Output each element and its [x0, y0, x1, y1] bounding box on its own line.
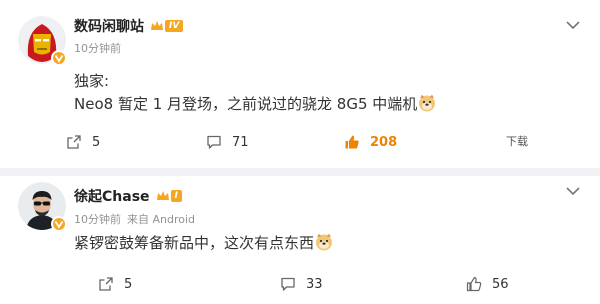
level-tag: I: [170, 190, 182, 202]
thumbs-up-icon: [466, 276, 482, 292]
author-row: 数码闲聊站 IV: [74, 16, 184, 36]
post-actions: 5 33 56: [0, 274, 600, 294]
verified-badge-icon: [51, 50, 67, 66]
chevron-down-icon[interactable]: [566, 20, 580, 30]
share-icon: [67, 135, 81, 149]
post-text-line: Neo8 暂定 1 月登场，之前说过的骁龙 8G5 中端机: [74, 93, 436, 114]
crown-icon: [151, 21, 163, 30]
post-text-line: 紧锣密鼓筹备新品中，这次有点东西: [74, 232, 333, 253]
repost-button[interactable]: 5: [66, 132, 100, 152]
post-meta: 10分钟前: [74, 40, 121, 56]
comment-button[interactable]: 33: [280, 274, 323, 294]
comment-count: 33: [306, 276, 323, 292]
like-button[interactable]: 56: [466, 274, 509, 294]
vip-badge[interactable]: IV: [150, 19, 184, 33]
post-time[interactable]: 10分钟前: [74, 42, 121, 55]
post-source: 来自 Android: [127, 213, 196, 226]
repost-button[interactable]: 5: [98, 274, 132, 294]
verified-badge-icon: [51, 216, 67, 232]
weibo-post: 数码闲聊站 IV 10分钟前 独家: Neo8 暂定 1 月登场，之前说过的骁龙…: [0, 0, 600, 168]
post-time[interactable]: 10分钟前: [74, 213, 121, 226]
share-icon: [99, 277, 113, 291]
vip-badge[interactable]: I: [156, 189, 182, 203]
chevron-down-icon[interactable]: [566, 186, 580, 196]
comment-icon: [281, 277, 295, 291]
download-link[interactable]: 下载: [506, 132, 528, 152]
post-divider: [0, 168, 600, 176]
username[interactable]: 徐起Chase: [74, 186, 150, 206]
comment-icon: [207, 135, 221, 149]
level-tag: IV: [165, 20, 184, 32]
crown-icon: [156, 191, 169, 200]
like-count: 56: [492, 276, 509, 292]
comment-button[interactable]: 71: [206, 132, 249, 152]
repost-count: 5: [124, 276, 133, 292]
post-meta: 10分钟前 来自 Android: [74, 211, 195, 227]
doge-emoji-icon: [315, 233, 333, 251]
like-button[interactable]: 208: [344, 132, 397, 152]
comment-count: 71: [232, 134, 249, 150]
post-text-line: 独家:: [74, 72, 110, 90]
thumbs-up-icon: [345, 135, 359, 149]
weibo-post: 徐起Chase I 10分钟前 来自 Android 紧锣密鼓筹备新品中，这次有点…: [0, 176, 600, 304]
username[interactable]: 数码闲聊站: [74, 16, 144, 36]
like-count: 208: [370, 134, 398, 150]
repost-count: 5: [92, 134, 101, 150]
author-row: 徐起Chase I: [74, 186, 182, 206]
post-actions: 5 71 208 下载: [0, 132, 600, 152]
doge-emoji-icon: [418, 94, 436, 112]
